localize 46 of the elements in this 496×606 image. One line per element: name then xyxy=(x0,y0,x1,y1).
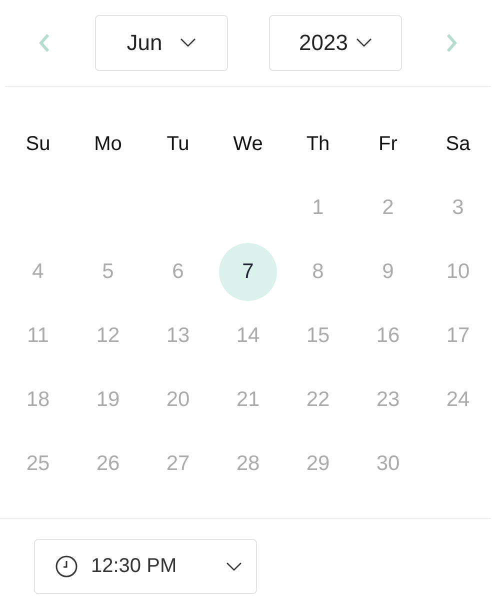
chevron-down-icon xyxy=(226,562,242,571)
day-cell[interactable]: 15 xyxy=(289,307,347,365)
day-cell[interactable]: 19 xyxy=(79,371,137,429)
weekday-label: Tu xyxy=(166,132,190,156)
weekday-label: Fr xyxy=(378,132,398,156)
day-cell[interactable]: 27 xyxy=(149,435,207,493)
day-cell[interactable]: 20 xyxy=(149,371,207,429)
chevron-right-icon xyxy=(446,33,458,53)
weekday-label: Mo xyxy=(93,132,123,156)
weekday-label: Sa xyxy=(444,132,472,156)
day-cell[interactable]: 12 xyxy=(79,307,137,365)
day-cell[interactable]: 11 xyxy=(9,307,67,365)
day-cell[interactable]: 4 xyxy=(9,243,67,301)
time-dropdown[interactable]: 12:30 PM xyxy=(34,539,257,594)
chevron-down-icon xyxy=(356,38,372,47)
day-cell[interactable]: 23 xyxy=(359,371,417,429)
day-cell[interactable]: 24 xyxy=(429,371,487,429)
day-cell[interactable]: 6 xyxy=(149,243,207,301)
day-cell[interactable]: 16 xyxy=(359,307,417,365)
day-cell[interactable]: 26 xyxy=(79,435,137,493)
day-cell[interactable]: 9 xyxy=(359,243,417,301)
month-dropdown[interactable]: Jun xyxy=(95,14,228,70)
day-cell[interactable]: 21 xyxy=(219,371,277,429)
day-cell[interactable]: 14 xyxy=(219,307,277,365)
day-cell[interactable]: 5 xyxy=(79,243,137,301)
day-cell[interactable]: 30 xyxy=(359,435,417,493)
day-cell[interactable]: 2 xyxy=(359,179,417,237)
day-cell[interactable]: 8 xyxy=(289,243,347,301)
weekday-label: We xyxy=(232,132,264,156)
weekday-label: Su xyxy=(24,132,52,156)
day-cell[interactable]: 17 xyxy=(429,307,487,365)
chevron-left-icon xyxy=(38,33,50,53)
day-cell[interactable]: 29 xyxy=(289,435,347,493)
year-dropdown[interactable]: 2023 xyxy=(269,14,402,70)
clock-icon xyxy=(55,555,78,578)
day-cell[interactable]: 3 xyxy=(429,179,487,237)
day-cell[interactable]: 1 xyxy=(289,179,347,237)
weekday-label: Th xyxy=(305,132,331,156)
day-cell[interactable]: 18 xyxy=(9,371,67,429)
day-cell[interactable]: 28 xyxy=(219,435,277,493)
day-cell[interactable]: 13 xyxy=(149,307,207,365)
day-cell[interactable]: 7 xyxy=(219,243,277,301)
day-cell[interactable]: 25 xyxy=(9,435,67,493)
day-cell[interactable]: 22 xyxy=(289,371,347,429)
day-cell[interactable]: 10 xyxy=(429,243,487,301)
chevron-down-icon xyxy=(180,38,196,47)
